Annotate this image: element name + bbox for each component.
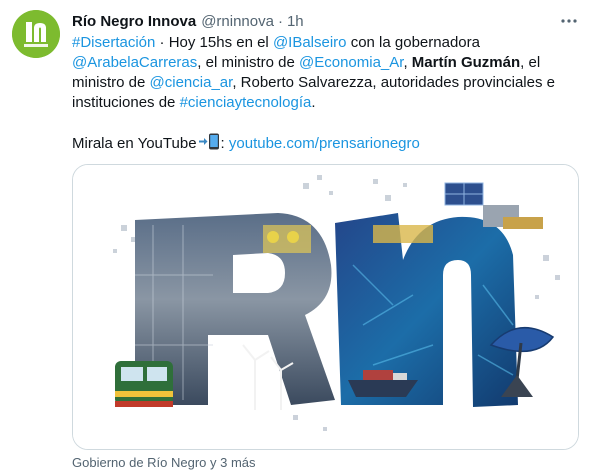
avatar[interactable] [12,10,60,58]
author-handle[interactable]: @rninnova [201,13,274,30]
mention-economia-ar[interactable]: @Economia_Ar [299,54,403,71]
tweet[interactable]: Río Negro Innova @rninnova · 1h #Diserta… [0,0,594,475]
tweet-text-line: instituciones de #cienciaytecnología. [72,93,582,113]
text-segment: , Roberto Salvarezza, autoridades provin… [232,74,555,91]
media-image[interactable] [72,164,579,450]
timestamp[interactable]: 1h [287,13,304,30]
bold-name: Martín Guzmán [411,54,521,71]
train-illustration [115,361,173,407]
mention-arabelacarreras[interactable]: @ArabelaCarreras [72,54,197,71]
tweet-text: #Disertación · Hoy 15hs en el @IBalseiro… [72,33,582,156]
text-segment: ministro de [72,74,150,91]
mention-ibalseiro[interactable]: @IBalseiro [273,34,347,51]
text-segment: , el [520,54,541,71]
retweet-footer[interactable]: Gobierno de Río Negro y 3 más [72,455,256,470]
text-segment: , [403,54,412,71]
rn-collage-image [73,165,578,449]
tweet-text-line: Mirala en YouTube: youtube.com/prensario… [72,133,582,156]
author-name[interactable]: Río Negro Innova [72,13,196,30]
text-segment: con la gobernadora [346,34,480,51]
text-segment: · Hoy 15hs en el [155,34,273,51]
more-options-icon [561,19,577,23]
text-segment: , el ministro de [197,54,299,71]
text-segment: instituciones de [72,94,180,111]
mention-ciencia-ar[interactable]: @ciencia_ar [150,74,233,91]
youtube-link[interactable]: youtube.com/prensarionegro [229,135,420,152]
mobile-phone-arrow-icon [198,133,220,156]
hashtag-disertacion[interactable]: #Disertación [72,34,155,51]
tweet-text-line: @ArabelaCarreras, el ministro de @Econom… [72,53,582,73]
rn-logo-icon [12,10,60,58]
tweet-header: Río Negro Innova @rninnova · 1h [72,10,304,32]
text-segment: : [220,135,229,152]
text-segment: Mirala en YouTube [72,135,197,152]
tweet-text-line: #Disertación · Hoy 15hs en el @IBalseiro… [72,33,582,53]
separator-dot: · [277,12,283,30]
hashtag-cienciaytecnologia[interactable]: #cienciaytecnología [180,94,312,111]
text-segment: . [311,94,316,111]
tweet-text-line: ministro de @ciencia_ar, Roberto Salvare… [72,73,582,93]
more-options-button[interactable] [556,8,582,34]
